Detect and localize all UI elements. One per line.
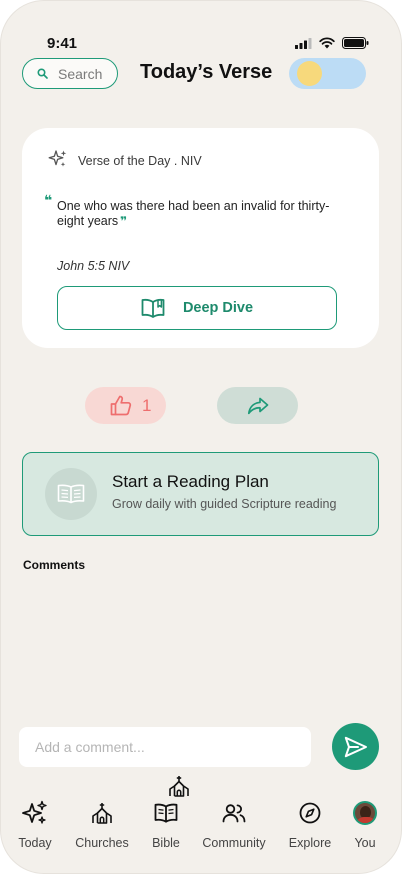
page-title: Today’s Verse	[140, 61, 273, 83]
compass-icon	[299, 802, 321, 824]
verse-text-block: One who was there had been an invalid fo…	[57, 199, 337, 229]
deep-dive-button[interactable]: Deep Dive	[57, 286, 337, 330]
nav-item-community[interactable]: Community	[194, 799, 274, 850]
signal-icon	[295, 37, 312, 49]
reading-plan-subtitle: Grow daily with guided Scripture reading	[112, 497, 337, 511]
theme-toggle-knob	[297, 61, 322, 86]
reading-plan-icon-wrap	[45, 468, 97, 520]
search-icon	[37, 68, 48, 79]
open-book-icon	[141, 298, 165, 318]
verse-text: One who was there had been an invalid fo…	[57, 199, 330, 228]
open-book-icon	[154, 803, 178, 823]
nav-label-churches: Churches	[75, 836, 129, 850]
share-button[interactable]	[217, 387, 298, 424]
verse-reference: John 5:5 NIV	[57, 259, 130, 273]
reading-plan-card[interactable]: Start a Reading Plan Grow daily with gui…	[22, 452, 379, 536]
church-icon	[92, 803, 112, 824]
status-icons	[295, 37, 369, 49]
sparkles-icon	[22, 800, 47, 824]
close-quote-icon: ❞	[120, 214, 128, 228]
thumbs-up-icon	[110, 395, 132, 416]
search-bar[interactable]: Search	[22, 58, 118, 89]
nav-label-you: You	[354, 836, 376, 850]
phone-screen: 9:41 Search Today’s Verse Verse of the D…	[0, 0, 402, 874]
nav-label-bible: Bible	[152, 836, 180, 850]
floating-church-icon	[169, 776, 189, 797]
nav-item-you[interactable]: You	[325, 799, 401, 850]
nav-label-today: Today	[18, 836, 52, 850]
comment-input[interactable]	[19, 727, 311, 767]
share-arrow-icon	[247, 397, 268, 414]
reading-plan-title: Start a Reading Plan	[112, 472, 269, 491]
nav-label-community: Community	[202, 836, 266, 850]
like-button[interactable]: 1	[85, 387, 166, 424]
people-icon	[222, 804, 246, 823]
wifi-icon	[319, 37, 335, 49]
open-quote-icon: ❝	[44, 192, 53, 208]
theme-toggle[interactable]	[289, 58, 366, 89]
send-icon	[344, 736, 367, 757]
verse-card: Verse of the Day . NIV ❝ One who was the…	[22, 128, 379, 348]
send-button[interactable]	[332, 723, 379, 770]
book-icon	[57, 484, 85, 504]
like-count: 1	[142, 395, 152, 415]
deep-dive-label: Deep Dive	[182, 300, 254, 316]
verse-card-label: Verse of the Day . NIV	[78, 154, 202, 168]
search-placeholder: Search	[58, 65, 103, 82]
comments-heading: Comments	[23, 558, 86, 572]
avatar	[353, 801, 377, 825]
sparkles-icon	[48, 150, 67, 167]
status-time: 9:41	[47, 35, 78, 52]
battery-icon	[342, 37, 369, 49]
